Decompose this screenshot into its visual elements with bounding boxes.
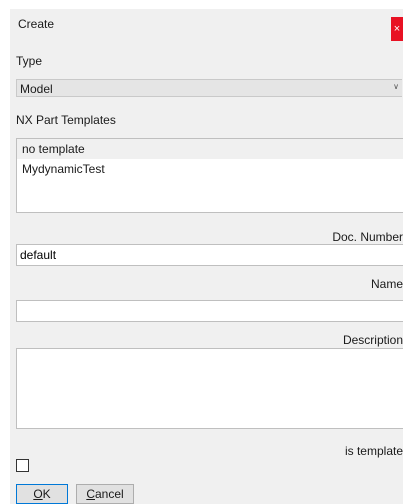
ok-mnemonic: O bbox=[33, 487, 43, 501]
ok-label-rest: K bbox=[42, 487, 51, 501]
is-template-label: is template bbox=[344, 444, 403, 458]
name-label: Name bbox=[370, 277, 403, 291]
type-dropdown[interactable]: Model ∨ bbox=[16, 79, 402, 97]
list-item[interactable]: no template bbox=[17, 139, 403, 159]
close-button[interactable]: × bbox=[391, 17, 403, 41]
ok-button[interactable]: OK bbox=[16, 484, 68, 504]
chevron-down-icon: ∨ bbox=[393, 82, 399, 91]
list-item-label: MydynamicTest bbox=[22, 162, 105, 176]
type-label: Type bbox=[16, 54, 43, 68]
is-template-checkbox[interactable] bbox=[16, 459, 29, 472]
templates-label: NX Part Templates bbox=[16, 113, 116, 127]
close-icon: × bbox=[393, 23, 401, 35]
name-field[interactable] bbox=[16, 300, 403, 322]
cancel-button[interactable]: Cancel bbox=[76, 484, 134, 504]
type-dropdown-value: Model bbox=[20, 82, 53, 96]
cancel-label-rest: ancel bbox=[94, 487, 124, 501]
templates-list[interactable]: no template MydynamicTest bbox=[16, 138, 403, 213]
doc-number-label: Doc. Number bbox=[332, 230, 403, 244]
list-item-label: no template bbox=[22, 142, 85, 156]
window-title: Create bbox=[18, 17, 55, 31]
cancel-mnemonic: C bbox=[86, 487, 95, 501]
list-item[interactable]: MydynamicTest bbox=[17, 159, 403, 179]
doc-number-field[interactable] bbox=[16, 244, 403, 266]
create-dialog: Type Model ∨ NX Part Templates no templa… bbox=[10, 41, 403, 504]
title-bar: Create × bbox=[10, 9, 403, 41]
description-field[interactable] bbox=[16, 348, 403, 429]
description-label: Description bbox=[342, 333, 403, 347]
